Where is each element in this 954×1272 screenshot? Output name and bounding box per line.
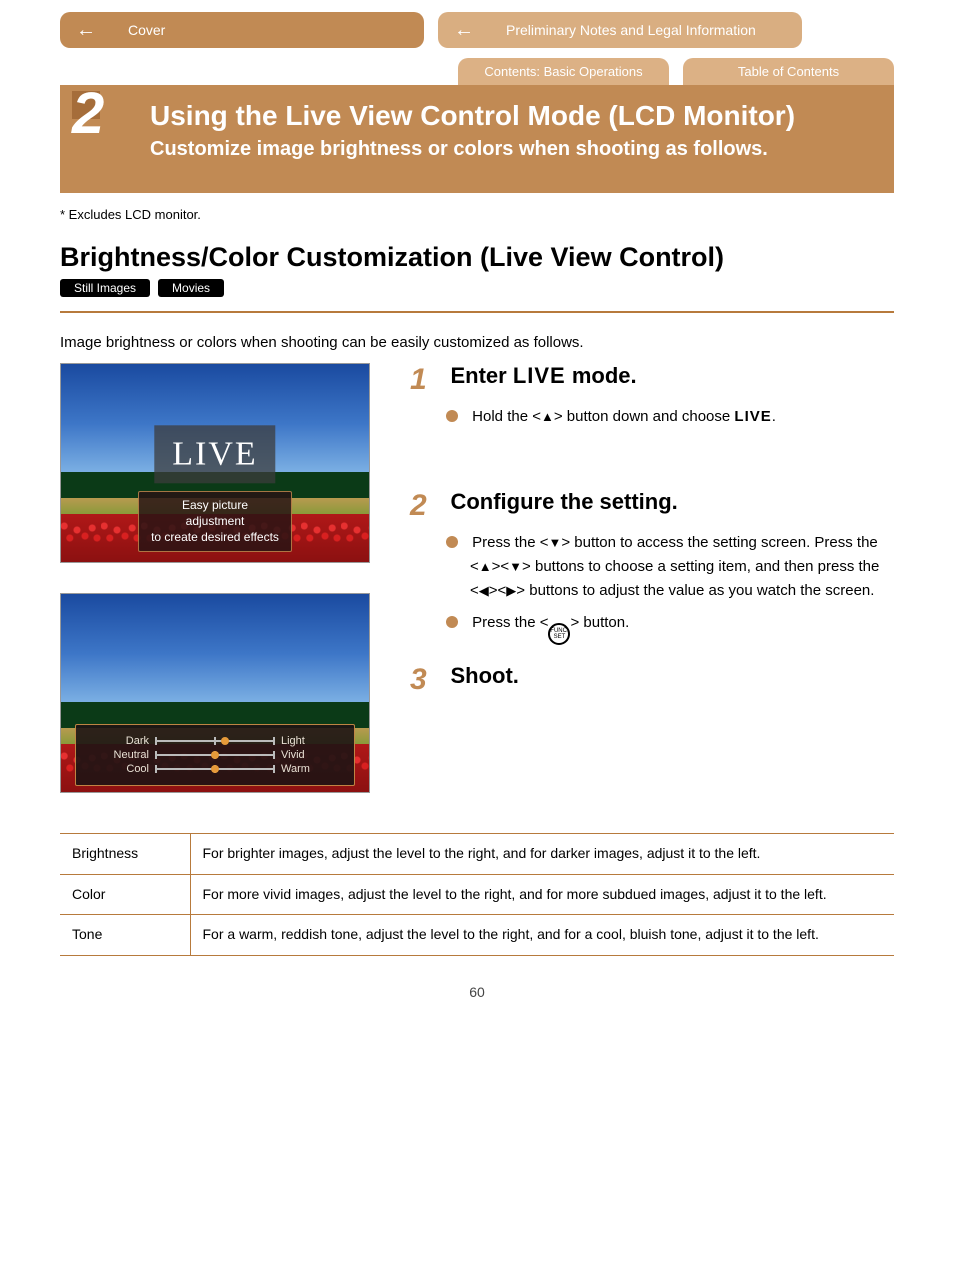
cell-color-header: Color: [60, 874, 190, 915]
nav-cover-button[interactable]: ← Cover: [60, 12, 424, 48]
table-row: Color For more vivid images, adjust the …: [60, 874, 894, 915]
slider-tone: Cool Warm: [86, 763, 344, 775]
step-number: 3: [410, 663, 446, 697]
cell-tone-desc: For a warm, reddish tone, adjust the lev…: [190, 915, 894, 956]
mode-pill-movies: Movies: [158, 279, 224, 297]
chapter-subtitle: Customize image brightness or colors whe…: [150, 138, 874, 161]
nav-preliminary-button[interactable]: ← Preliminary Notes and Legal Informatio…: [438, 12, 802, 48]
left-arrow-icon: ◀: [479, 583, 489, 598]
sliders-panel: Dark Light Neutral Vivid Cool Warm: [75, 724, 355, 786]
up-arrow-icon: ▲: [541, 409, 554, 424]
thumbnail-caption: Easy picture adjustment to create desire…: [138, 491, 292, 552]
page-number: 60: [60, 984, 894, 1000]
step-3-title: Shoot.: [450, 663, 518, 688]
thumbnail-sliders: Dark Light Neutral Vivid Cool Warm: [60, 593, 370, 793]
chapter-title: Using the Live View Control Mode (LCD Mo…: [150, 101, 874, 132]
tab-contents-basic[interactable]: Contents: Basic Operations: [458, 58, 669, 85]
section-intro: Image brightness or colors when shooting…: [60, 333, 894, 353]
live-badge: LIVE: [154, 426, 275, 484]
cell-color-desc: For more vivid images, adjust the level …: [190, 874, 894, 915]
step-2: 2 Configure the setting. Press the <▼> b…: [410, 489, 894, 645]
thumbnail-live-mode: LIVE Easy picture adjustment to create d…: [60, 363, 370, 563]
right-arrow-icon: ▶: [506, 583, 516, 598]
live-word-icon: LIVE: [734, 408, 771, 425]
nav-preliminary-label: Preliminary Notes and Legal Information: [506, 22, 756, 38]
tab-table-of-contents[interactable]: Table of Contents: [683, 58, 894, 85]
cell-tone-header: Tone: [60, 915, 190, 956]
section-title: Brightness/Color Customization (Live Vie…: [60, 242, 894, 273]
footnote-text: * Excludes LCD monitor.: [60, 207, 894, 222]
slider-brightness: Dark Light: [86, 735, 344, 747]
step-2-body: Press the <▼> button to access the setti…: [446, 531, 894, 645]
down-arrow-icon: ▼: [548, 535, 561, 550]
live-word-icon: LIVE: [513, 363, 566, 388]
chapter-number: 2: [72, 85, 104, 143]
step-2-title: Configure the setting.: [450, 489, 677, 514]
table-row: Brightness For brighter images, adjust t…: [60, 834, 894, 875]
slider-color: Neutral Vivid: [86, 749, 344, 761]
cell-brightness-header: Brightness: [60, 834, 190, 875]
mode-pill-stills: Still Images: [60, 279, 150, 297]
table-row: Tone For a warm, reddish tone, adjust th…: [60, 915, 894, 956]
down-arrow-icon: ▼: [509, 559, 522, 574]
arrow-left-icon: ←: [76, 19, 96, 42]
up-arrow-icon: ▲: [479, 559, 492, 574]
func-set-icon: FUNC.SET: [548, 623, 570, 645]
chapter-banner: 2 Using the Live View Control Mode (LCD …: [60, 85, 894, 193]
cell-brightness-desc: For brighter images, adjust the level to…: [190, 834, 894, 875]
bullet-icon: [446, 410, 458, 422]
section-rule: [60, 311, 894, 313]
arrow-left-icon: ←: [454, 19, 474, 42]
options-table: Brightness For brighter images, adjust t…: [60, 833, 894, 956]
step-1: 1 Enter LIVE mode. Hold the <▲> button d…: [410, 363, 894, 429]
step-1-body: Hold the <▲> button down and choose LIVE…: [446, 405, 894, 429]
mode-row: Still Images Movies: [60, 279, 894, 297]
step-number: 2: [410, 489, 446, 523]
bullet-icon: [446, 616, 458, 628]
step-3: 3 Shoot.: [410, 663, 894, 697]
step-1-title: Enter LIVE mode.: [450, 363, 636, 388]
bullet-icon: [446, 536, 458, 548]
step-number: 1: [410, 363, 446, 397]
nav-cover-label: Cover: [128, 22, 165, 38]
